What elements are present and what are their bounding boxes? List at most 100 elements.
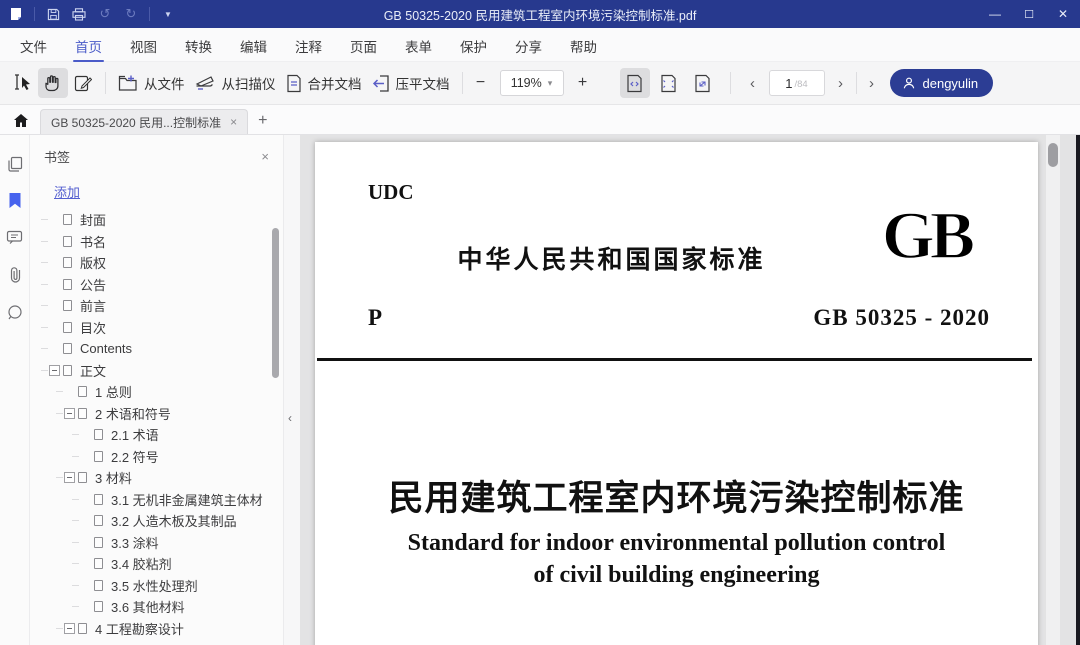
bookmark-item[interactable]: 3.1 无机非金属建筑主体材 (30, 489, 283, 511)
redo-icon[interactable]: ↻ (123, 6, 139, 22)
close-button[interactable]: ✕ (1046, 0, 1080, 28)
bookmarks-panel: 书签 × 添加 封面 书名 版权 (30, 135, 283, 645)
bookmark-item[interactable]: Contents (30, 338, 283, 360)
bookmarks-panel-icon[interactable] (6, 192, 23, 209)
bookmark-page-icon (63, 257, 72, 268)
print-icon[interactable] (71, 6, 87, 22)
bookmark-item[interactable]: 目次 (30, 317, 283, 339)
bookmark-item[interactable]: 3.2 人造木板及其制品 (30, 510, 283, 532)
undo-icon[interactable]: ↺ (97, 6, 113, 22)
next-page-button[interactable]: › (831, 75, 851, 92)
panel-scrollbar-thumb[interactable] (272, 228, 279, 378)
minimize-button[interactable]: — (978, 0, 1012, 28)
tab-close-icon[interactable]: × (230, 115, 237, 129)
customize-toolbar-caret-icon[interactable]: ▼ (160, 6, 176, 22)
home-tab-button[interactable] (8, 107, 34, 133)
flatten-document-button[interactable]: 压平文档 (367, 68, 455, 98)
bookmark-page-icon (63, 322, 72, 333)
bookmark-page-icon (94, 494, 103, 505)
bookmark-item[interactable]: 前言 (30, 295, 283, 317)
create-from-file-button[interactable]: 从文件 (113, 68, 190, 98)
bookmark-label: 3.4 胶粘剂 (111, 554, 172, 573)
bookmark-item[interactable]: 封面 (30, 209, 283, 231)
zoom-out-button[interactable]: − (470, 74, 492, 92)
user-account-button[interactable]: dengyulin (890, 69, 994, 97)
menu-item[interactable]: 页面 (336, 29, 391, 61)
menubar: 文件首页视图转换编辑注释页面表单保护分享帮助 (0, 28, 1080, 62)
bookmark-item[interactable]: 1 总则 (30, 381, 283, 403)
bookmark-item[interactable]: 2.2 符号 (30, 446, 283, 468)
add-bookmark-link[interactable]: 添加 (54, 182, 80, 201)
menu-item[interactable]: 帮助 (556, 29, 611, 61)
fit-width-button[interactable] (620, 68, 650, 98)
collapse-expander-icon[interactable] (49, 365, 60, 376)
document-viewer[interactable]: UDC 中华人民共和国国家标准 GB GB P GB 50325 - 2020 … (300, 135, 1080, 645)
document-scrollbar-thumb[interactable] (1048, 143, 1058, 167)
document-tab[interactable]: GB 50325-2020 民用...控制标准 × (40, 109, 248, 134)
bookmark-page-icon (94, 515, 103, 526)
digital-signature-icon[interactable] (6, 303, 23, 320)
bookmark-item[interactable]: 3.5 水性处理剂 (30, 575, 283, 597)
save-icon[interactable] (45, 6, 61, 22)
collapse-expander-icon[interactable] (64, 408, 75, 419)
gb-logo: GB GB (866, 198, 986, 272)
menu-item[interactable]: 转换 (171, 29, 226, 61)
select-tool-button[interactable] (8, 68, 38, 98)
panel-collapse-handle[interactable]: ‹ (283, 135, 300, 645)
document-scrollbar-track[interactable] (1046, 135, 1060, 645)
page-number-input[interactable]: 1 /84 (769, 70, 825, 96)
new-tab-button[interactable]: + (258, 112, 267, 130)
bookmark-label: 3.1 无机非金属建筑主体材 (111, 490, 263, 509)
attachments-icon[interactable] (6, 266, 23, 283)
merge-documents-button[interactable]: 合并文档 (281, 68, 367, 98)
bookmark-page-icon (63, 300, 72, 311)
actual-size-button[interactable] (688, 68, 718, 98)
bookmark-item[interactable]: 3 材料 (30, 467, 283, 489)
page-thumbnails-icon[interactable] (6, 155, 23, 172)
menu-item[interactable]: 首页 (61, 29, 116, 61)
bookmark-item[interactable]: 3.6 其他材料 (30, 596, 283, 618)
menu-item[interactable]: 文件 (6, 29, 61, 61)
more-tools-chevron[interactable]: › (862, 75, 882, 92)
tree-connector (72, 606, 79, 607)
bookmark-item[interactable]: 2.1 术语 (30, 424, 283, 446)
bookmark-label: 公告 (80, 275, 106, 294)
fit-page-button[interactable] (654, 68, 684, 98)
bookmark-item[interactable]: 版权 (30, 252, 283, 274)
menu-item[interactable]: 保护 (446, 29, 501, 61)
bookmark-item[interactable]: 3.4 胶粘剂 (30, 553, 283, 575)
zoom-level-select[interactable]: 119% ▾ (500, 70, 564, 96)
hand-tool-button[interactable] (38, 68, 68, 98)
bookmark-label: 3.3 涂料 (111, 533, 159, 552)
tree-connector (41, 262, 48, 263)
classification-label: P (368, 305, 382, 331)
screen-edge (1076, 135, 1080, 645)
menu-item[interactable]: 视图 (116, 29, 171, 61)
bookmark-item[interactable]: 2 术语和符号 (30, 403, 283, 425)
document-title-english-line2: of civil building engineering (315, 562, 1038, 589)
previous-page-button[interactable]: ‹ (743, 75, 763, 92)
tree-connector (72, 542, 79, 543)
menu-item[interactable]: 注释 (281, 29, 336, 61)
bookmark-item[interactable]: 正文 (30, 360, 283, 382)
bookmark-item[interactable]: 书名 (30, 231, 283, 253)
panel-close-icon[interactable]: × (261, 149, 269, 164)
tree-connector (41, 327, 48, 328)
menu-item[interactable]: 表单 (391, 29, 446, 61)
maximize-button[interactable]: ☐ (1012, 0, 1046, 28)
bookmark-item[interactable]: 4 工程勘察设计 (30, 618, 283, 640)
bookmark-label: 3.6 其他材料 (111, 597, 185, 616)
collapse-expander-icon[interactable] (64, 623, 75, 634)
menu-item[interactable]: 编辑 (226, 29, 281, 61)
edit-tool-button[interactable] (68, 68, 98, 98)
tree-connector (41, 370, 48, 371)
document-title-english-line1: Standard for indoor environmental pollut… (315, 530, 1038, 557)
bookmark-item[interactable]: 3.3 涂料 (30, 532, 283, 554)
menu-item[interactable]: 分享 (501, 29, 556, 61)
comments-icon[interactable] (6, 229, 23, 246)
bookmark-label: Contents (80, 341, 132, 356)
bookmark-item[interactable]: 公告 (30, 274, 283, 296)
create-from-scanner-button[interactable]: 从扫描仪 (190, 68, 281, 98)
collapse-expander-icon[interactable] (64, 472, 75, 483)
zoom-in-button[interactable]: + (572, 74, 594, 92)
